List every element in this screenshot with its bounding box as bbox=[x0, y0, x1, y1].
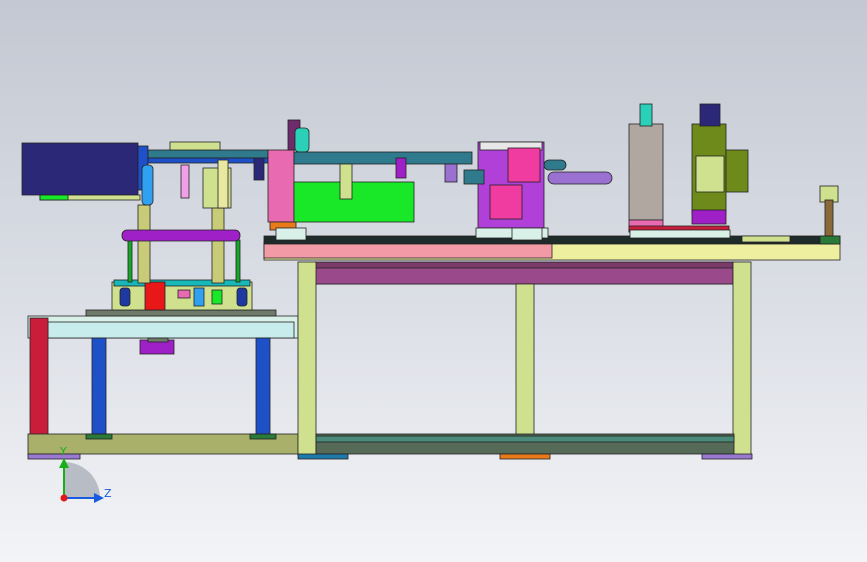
right-stations bbox=[628, 103, 841, 245]
feeder-carriage bbox=[267, 119, 473, 231]
left-table bbox=[27, 309, 299, 460]
upper-linear-rail bbox=[147, 149, 269, 159]
left-servo-unit bbox=[21, 141, 269, 209]
magenta-motor-lower bbox=[489, 184, 523, 220]
main-table bbox=[263, 235, 841, 460]
main-conveyor-rail bbox=[293, 151, 473, 165]
magenta-motor-upper bbox=[507, 147, 541, 183]
left-table-leg-blue-1 bbox=[91, 337, 107, 437]
axis-triad-quadrant bbox=[64, 462, 100, 498]
center-station bbox=[463, 141, 613, 239]
machine-assembly bbox=[21, 103, 841, 460]
green-hopper bbox=[293, 181, 415, 223]
feeder-tower bbox=[267, 149, 295, 223]
lift-column-1 bbox=[137, 204, 151, 284]
press-column-left bbox=[628, 123, 664, 221]
left-table-base-plate bbox=[85, 309, 277, 317]
cad-viewport[interactable]: Y Z bbox=[0, 0, 867, 562]
cyan-gripper bbox=[141, 164, 154, 206]
x-axis-dot bbox=[60, 494, 68, 502]
lift-crossbar bbox=[121, 229, 241, 242]
center-belt-arm bbox=[543, 159, 567, 171]
main-table-leg-right bbox=[732, 261, 752, 457]
main-table-leg-left bbox=[297, 261, 317, 457]
servo-motor-body bbox=[21, 142, 139, 196]
z-axis-label: Z bbox=[104, 487, 112, 500]
right-conveyor-rail bbox=[547, 171, 613, 185]
lift-column-2 bbox=[211, 204, 225, 284]
y-axis-label: Y bbox=[59, 445, 67, 458]
main-table-leg-mid bbox=[515, 283, 535, 437]
left-table-leg-blue-2 bbox=[255, 337, 271, 437]
lift-block-red bbox=[144, 281, 166, 311]
